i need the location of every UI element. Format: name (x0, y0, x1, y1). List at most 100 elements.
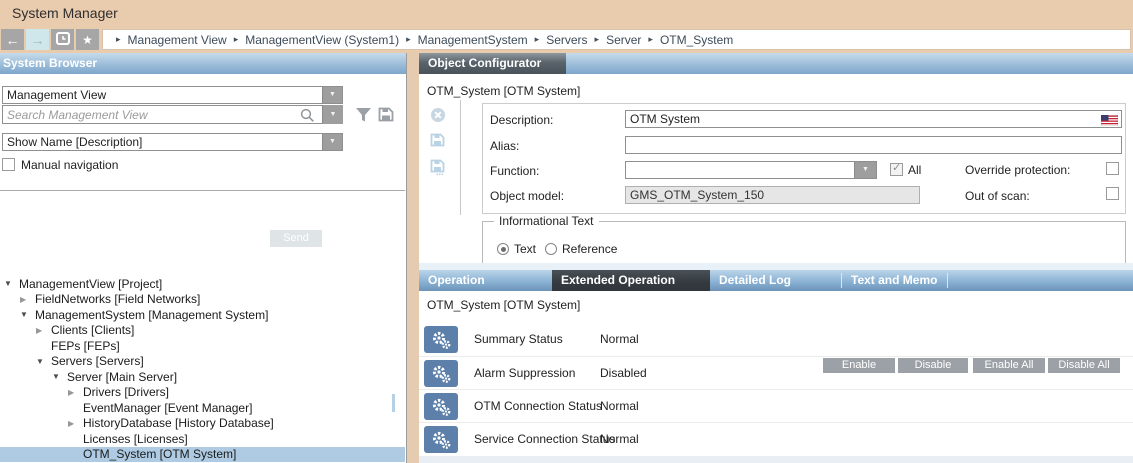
breadcrumb-item[interactable]: Server (606, 33, 641, 47)
send-button[interactable]: Send (270, 230, 322, 247)
description-input[interactable]: OTM System (625, 110, 1122, 128)
tab-object-configurator[interactable]: Object Configurator (419, 53, 566, 74)
disable-all-button[interactable]: Disable All (1048, 358, 1120, 373)
tree-item-label: Server [Main Server] (67, 370, 177, 384)
discard-changes-icon[interactable] (430, 107, 446, 128)
breadcrumb-item[interactable]: Management View (128, 33, 227, 47)
tree-item[interactable]: ▶Clients [Clients] (0, 323, 405, 339)
reference-radio-label: Reference (562, 242, 617, 256)
display-mode-dropdown-button[interactable]: ▼ (322, 134, 342, 150)
out-of-scan-checkbox[interactable] (1106, 187, 1119, 200)
save-search-icon[interactable] (378, 107, 394, 127)
recent-views-icon (56, 32, 70, 48)
text-radio-label: Text (514, 242, 536, 256)
system-browser-panel: Management View ▼ ▼ Show Name [Descripti… (0, 74, 405, 463)
forward-button[interactable]: → (26, 29, 49, 50)
back-arrow-icon: ← (6, 32, 20, 48)
tab-label: Detailed Log (719, 273, 791, 287)
filter-icon[interactable] (355, 107, 372, 128)
save-as-icon[interactable] (430, 159, 445, 181)
operation-row-value: Disabled (600, 366, 647, 380)
search-icon[interactable] (300, 108, 315, 128)
tab-text-and-memo[interactable]: Text and Memo (842, 270, 946, 291)
expander-icon[interactable]: ▶ (20, 295, 35, 304)
tree-item[interactable]: ▼Servers [Servers] (0, 354, 405, 370)
out-of-scan-label: Out of scan: (965, 189, 1030, 203)
expander-icon[interactable]: ▶ (36, 326, 51, 335)
system-browser-tree: ▼ManagementView [Project] ▶FieldNetworks… (0, 276, 405, 463)
tree-item[interactable]: EventManager [Event Manager] (0, 400, 405, 416)
function-dropdown-button[interactable]: ▼ (854, 162, 876, 178)
enable-all-button[interactable]: Enable All (973, 358, 1045, 373)
panel-gap (419, 263, 1133, 270)
view-selector-dropdown-button[interactable]: ▼ (322, 87, 342, 103)
breadcrumb-item[interactable]: OTM_System (660, 33, 733, 47)
reference-radio[interactable] (545, 243, 557, 255)
tree-item-label: OTM_System [OTM System] (83, 447, 236, 461)
all-label: All (908, 163, 921, 177)
gear-icon (424, 326, 458, 353)
tab-operation[interactable]: Operation (419, 270, 552, 291)
tree-item[interactable]: ▶FieldNetworks [Field Networks] (0, 292, 405, 308)
forward-arrow-icon: → (31, 32, 45, 48)
expander-icon[interactable]: ▶ (68, 388, 83, 397)
tree-item-selected[interactable]: OTM_System [OTM System] (0, 447, 405, 463)
view-selector-combobox[interactable]: Management View ▼ (2, 86, 343, 104)
tree-item-label: EventManager [Event Manager] (83, 401, 252, 415)
expander-icon[interactable]: ▼ (4, 279, 19, 288)
tree-item[interactable]: ▶HistoryDatabase [History Database] (0, 416, 405, 432)
tree-item[interactable]: Licenses [Licenses] (0, 431, 405, 447)
recent-views-button[interactable] (51, 29, 74, 50)
gear-icon (424, 393, 458, 420)
tab-detailed-log[interactable]: Detailed Log (710, 270, 841, 291)
display-mode-combobox[interactable]: Show Name [Description] ▼ (2, 133, 343, 151)
breadcrumb-item[interactable]: ManagementView (System1) (245, 33, 399, 47)
tree-item-label: Licenses [Licenses] (83, 432, 188, 446)
save-icon[interactable] (430, 133, 445, 152)
text-radio[interactable] (497, 243, 509, 255)
back-button[interactable]: ← (1, 29, 24, 50)
breadcrumb-separator-icon: ▸ (595, 34, 600, 45)
tree-item-label: Drivers [Drivers] (83, 385, 169, 399)
enable-button[interactable]: Enable (823, 358, 895, 373)
alias-input[interactable] (625, 136, 1122, 154)
expander-icon[interactable]: ▼ (36, 357, 51, 366)
favorites-button[interactable]: ★ (76, 29, 99, 50)
tab-extended-operation[interactable]: Extended Operation (552, 270, 710, 291)
breadcrumb-item[interactable]: Servers (546, 33, 587, 47)
operation-row-label: Summary Status (474, 332, 563, 346)
expander-icon[interactable]: ▼ (52, 372, 67, 381)
description-value: OTM System (630, 112, 700, 126)
panel-splitter[interactable] (406, 53, 419, 463)
search-input[interactable] (2, 105, 343, 124)
expander-icon[interactable]: ▶ (68, 419, 83, 428)
function-combobox[interactable]: ▼ (625, 161, 877, 179)
chevron-down-icon: ▼ (862, 162, 869, 178)
manual-navigation-label: Manual navigation (21, 158, 118, 172)
tab-label: Extended Operation (561, 273, 675, 287)
tree-item-label: ManagementView [Project] (19, 277, 162, 291)
search-dropdown-button[interactable]: ▼ (322, 105, 343, 124)
tree-item[interactable]: FEPs [FEPs] (0, 338, 405, 354)
tree-item[interactable]: ▶Drivers [Drivers] (0, 385, 405, 401)
breadcrumb-item[interactable]: ManagementSystem (418, 33, 528, 47)
tree-item[interactable]: ▼ManagementView [Project] (0, 276, 405, 292)
operation-tab-strip: Operation Extended Operation Detailed Lo… (419, 270, 1133, 291)
description-label: Description: (490, 113, 553, 127)
override-protection-checkbox[interactable] (1106, 162, 1119, 175)
tree-item[interactable]: ▼ManagementSystem [Management System] (0, 307, 405, 323)
chevron-down-icon: ▼ (330, 111, 337, 118)
tree-item-label: FieldNetworks [Field Networks] (35, 292, 200, 306)
tree-scrollbar-thumb[interactable] (392, 394, 395, 412)
object-model-label: Object model: (490, 189, 564, 203)
manual-navigation-checkbox[interactable] (2, 158, 15, 171)
disable-button[interactable]: Disable (898, 358, 968, 373)
breadcrumb[interactable]: ▸ Management View ▸ ManagementView (Syst… (102, 29, 1131, 50)
expander-icon[interactable]: ▼ (20, 310, 35, 319)
language-us-flag-icon[interactable] (1101, 114, 1118, 130)
all-checkbox[interactable]: ✓ (890, 163, 903, 176)
tree-item-label: ManagementSystem [Management System] (35, 308, 268, 322)
tree-item-label: Clients [Clients] (51, 323, 134, 337)
tree-item[interactable]: ▼Server [Main Server] (0, 369, 405, 385)
tree-item-label: FEPs [FEPs] (51, 339, 120, 353)
